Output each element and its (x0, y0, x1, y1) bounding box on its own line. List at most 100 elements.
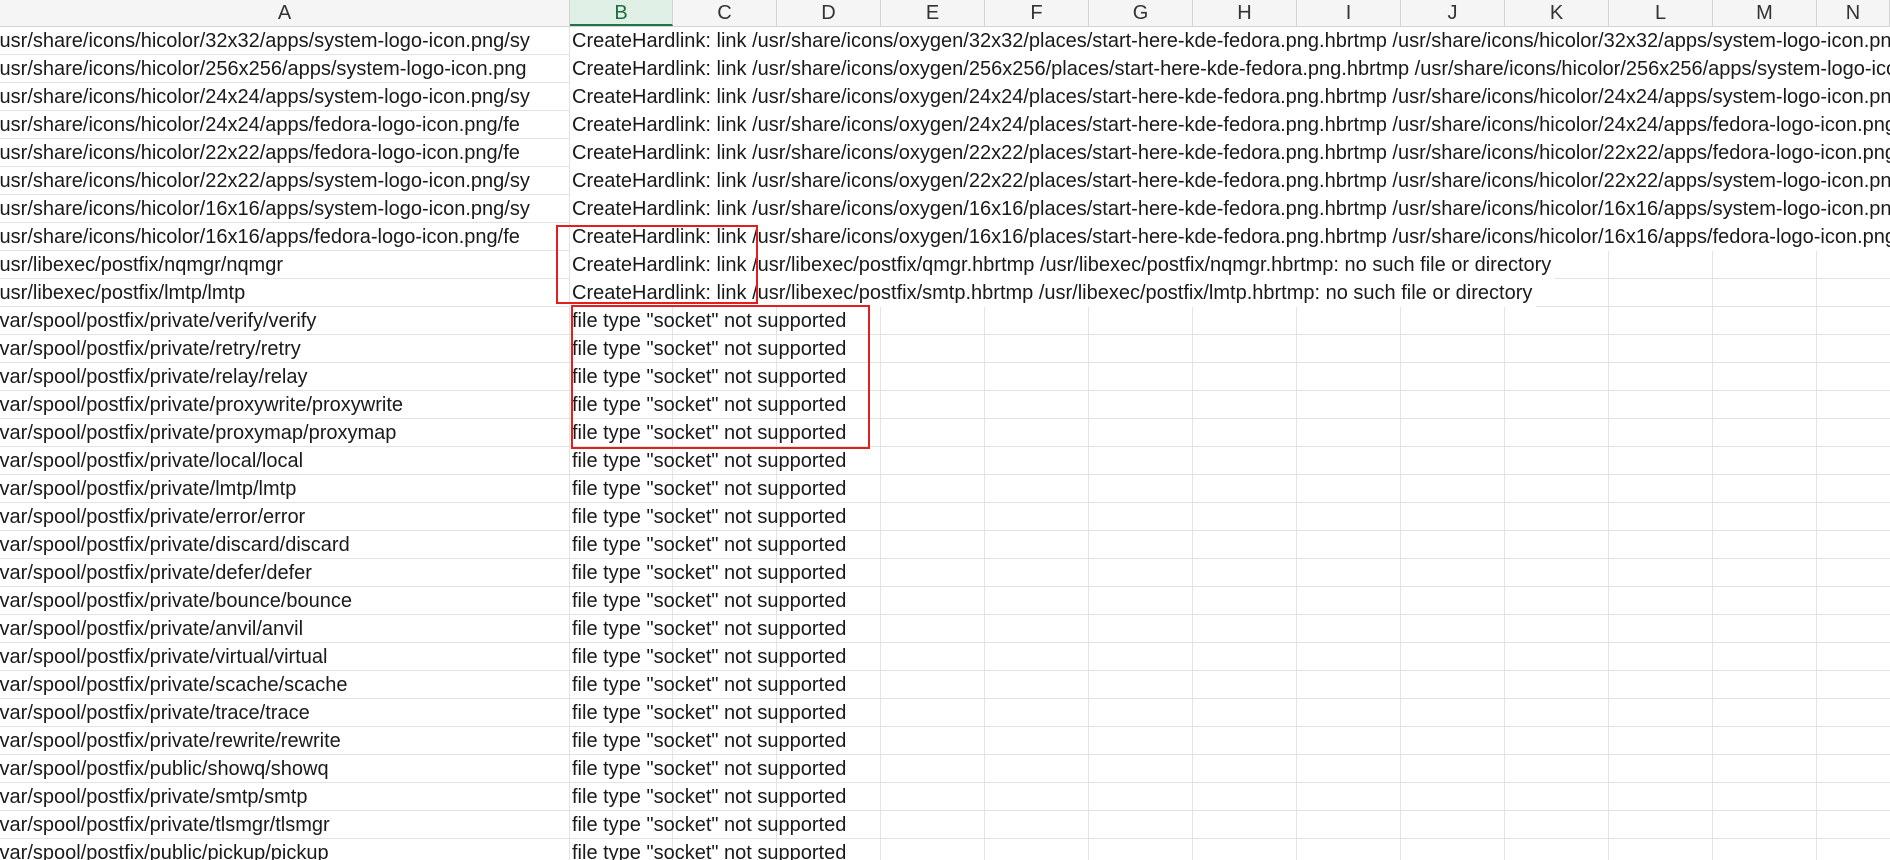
cell-b[interactable]: CreateHardlink: link /usr/share/icons/ox… (570, 111, 1890, 139)
table-row: /var/spool/postfix/private/error/error fi… (0, 503, 1890, 531)
cell-b[interactable]: file type "socket" not supported (570, 307, 870, 335)
table-row: /var/spool/postfix/private/virtual/virtu… (0, 643, 1890, 671)
table-row: /var/spool/postfix/private/retry/retry fi… (0, 335, 1890, 363)
cell-b[interactable]: file type "socket" not supported (570, 363, 870, 391)
table-row: /var/spool/postfix/private/anvil/anvil fi… (0, 615, 1890, 643)
column-header-e[interactable]: E (881, 0, 985, 26)
column-header-m[interactable]: M (1713, 0, 1817, 26)
table-row: /var/spool/postfix/private/trace/trace fi… (0, 699, 1890, 727)
table-row: /usr/share/icons/hicolor/22x22/apps/syst… (0, 167, 1890, 195)
cell-b[interactable]: CreateHardlink: link /usr/libexec/postfi… (570, 279, 1537, 307)
cell-b[interactable]: CreateHardlink: link /usr/share/icons/ox… (570, 27, 1890, 55)
cell-b[interactable]: file type "socket" not supported (570, 699, 870, 727)
cell-a[interactable]: /var/spool/postfix/private/rewrite/rewri… (0, 727, 570, 755)
cell-a[interactable]: /var/spool/postfix/private/trace/trace (0, 699, 570, 727)
table-row: /usr/share/icons/hicolor/24x24/apps/syst… (0, 83, 1890, 111)
cell-a[interactable]: /var/spool/postfix/public/pickup/pickup (0, 839, 570, 860)
column-header-d[interactable]: D (777, 0, 881, 26)
cell-a[interactable]: /var/spool/postfix/private/anvil/anvil (0, 615, 570, 643)
cell-a[interactable]: /var/spool/postfix/private/proxywrite/pr… (0, 391, 570, 419)
cell-b[interactable]: file type "socket" not supported (570, 391, 870, 419)
table-row: /var/spool/postfix/public/showq/showq fil… (0, 755, 1890, 783)
cell-b[interactable]: CreateHardlink: link /usr/libexec/postfi… (570, 251, 1556, 279)
cell-a[interactable]: /var/spool/postfix/private/defer/defer (0, 559, 570, 587)
cell-a[interactable]: /usr/share/icons/hicolor/24x24/apps/fedo… (0, 111, 570, 139)
cell-a[interactable]: /usr/share/icons/hicolor/32x32/apps/syst… (0, 27, 570, 55)
table-row: /usr/share/icons/hicolor/16x16/apps/fedo… (0, 223, 1890, 251)
column-header-n[interactable]: N (1817, 0, 1890, 26)
column-header-l[interactable]: L (1609, 0, 1713, 26)
table-row: /usr/libexec/postfix/nqmgr/nqmgr CreateHa… (0, 251, 1890, 279)
cell-a[interactable]: /var/spool/postfix/public/showq/showq (0, 755, 570, 783)
table-row: /usr/share/icons/hicolor/256x256/apps/sy… (0, 55, 1890, 83)
cell-b[interactable]: file type "socket" not supported (570, 503, 870, 531)
cell-a[interactable]: /usr/share/icons/hicolor/16x16/apps/syst… (0, 195, 570, 223)
spreadsheet-grid: ABCDEFGHIJKLMN /usr/share/icons/hicolor/… (0, 0, 1890, 860)
table-row: /var/spool/postfix/private/tlsmgr/tlsmgr… (0, 811, 1890, 839)
table-row: /var/spool/postfix/private/verify/verify… (0, 307, 1890, 335)
column-header-i[interactable]: I (1297, 0, 1401, 26)
table-row: /var/spool/postfix/private/relay/relay fi… (0, 363, 1890, 391)
cell-b[interactable]: file type "socket" not supported (570, 839, 870, 860)
cell-a[interactable]: /var/spool/postfix/private/proxymap/prox… (0, 419, 570, 447)
column-header-b[interactable]: B (570, 0, 673, 26)
cell-a[interactable]: /var/spool/postfix/private/tlsmgr/tlsmgr (0, 811, 570, 839)
column-header-row: ABCDEFGHIJKLMN (0, 0, 1890, 27)
column-header-f[interactable]: F (985, 0, 1089, 26)
cell-b[interactable]: file type "socket" not supported (570, 419, 870, 447)
table-row: /var/spool/postfix/private/lmtp/lmtp file… (0, 475, 1890, 503)
cell-b[interactable]: CreateHardlink: link /usr/share/icons/ox… (570, 195, 1890, 223)
cell-b[interactable]: CreateHardlink: link /usr/share/icons/ox… (570, 139, 1890, 167)
column-header-h[interactable]: H (1193, 0, 1297, 26)
cell-b[interactable]: CreateHardlink: link /usr/share/icons/ox… (570, 223, 1890, 251)
cell-b[interactable]: CreateHardlink: link /usr/share/icons/ox… (570, 55, 1890, 83)
cell-b[interactable]: file type "socket" not supported (570, 615, 870, 643)
cell-a[interactable]: /var/spool/postfix/private/verify/verify (0, 307, 570, 335)
cell-b[interactable]: CreateHardlink: link /usr/share/icons/ox… (570, 83, 1890, 111)
table-row: /var/spool/postfix/private/bounce/bounce… (0, 587, 1890, 615)
cell-a[interactable]: /var/spool/postfix/private/scache/scache (0, 671, 570, 699)
cell-b[interactable]: file type "socket" not supported (570, 559, 870, 587)
cell-b[interactable]: file type "socket" not supported (570, 783, 870, 811)
table-row: /usr/share/icons/hicolor/16x16/apps/syst… (0, 195, 1890, 223)
cell-a[interactable]: /usr/share/icons/hicolor/22x22/apps/syst… (0, 167, 570, 195)
cell-b[interactable]: CreateHardlink: link /usr/share/icons/ox… (570, 167, 1890, 195)
table-row: /var/spool/postfix/private/smtp/smtp file… (0, 783, 1890, 811)
table-row: /var/spool/postfix/private/rewrite/rewri… (0, 727, 1890, 755)
cell-a[interactable]: /usr/share/icons/hicolor/24x24/apps/syst… (0, 83, 570, 111)
cell-b[interactable]: file type "socket" not supported (570, 475, 870, 503)
cell-a[interactable]: /var/spool/postfix/private/lmtp/lmtp (0, 475, 570, 503)
column-header-c[interactable]: C (673, 0, 777, 26)
cell-b[interactable]: file type "socket" not supported (570, 671, 870, 699)
table-row: /usr/libexec/postfix/lmtp/lmtp CreateHard… (0, 279, 1890, 307)
table-row: /var/spool/postfix/private/discard/disca… (0, 531, 1890, 559)
cell-b[interactable]: file type "socket" not supported (570, 643, 870, 671)
cell-b[interactable]: file type "socket" not supported (570, 727, 870, 755)
cell-a[interactable]: /var/spool/postfix/private/virtual/virtu… (0, 643, 570, 671)
cell-a[interactable]: /var/spool/postfix/private/smtp/smtp (0, 783, 570, 811)
cell-b[interactable]: file type "socket" not supported (570, 811, 870, 839)
cell-b[interactable]: file type "socket" not supported (570, 447, 870, 475)
cell-b[interactable]: file type "socket" not supported (570, 587, 870, 615)
table-row: /usr/share/icons/hicolor/22x22/apps/fedo… (0, 139, 1890, 167)
cell-a[interactable]: /usr/libexec/postfix/nqmgr/nqmgr (0, 251, 570, 279)
cell-b[interactable]: file type "socket" not supported (570, 531, 870, 559)
cell-a[interactable]: /var/spool/postfix/private/local/local (0, 447, 570, 475)
cell-a[interactable]: /usr/share/icons/hicolor/22x22/apps/fedo… (0, 139, 570, 167)
column-header-j[interactable]: J (1401, 0, 1505, 26)
cell-a[interactable]: /var/spool/postfix/private/retry/retry (0, 335, 570, 363)
table-row: /var/spool/postfix/private/defer/defer fi… (0, 559, 1890, 587)
table-row: /usr/share/icons/hicolor/24x24/apps/fedo… (0, 111, 1890, 139)
cell-a[interactable]: /var/spool/postfix/private/discard/disca… (0, 531, 570, 559)
cell-a[interactable]: /var/spool/postfix/private/relay/relay (0, 363, 570, 391)
column-header-a[interactable]: A (0, 0, 570, 26)
cell-a[interactable]: /usr/libexec/postfix/lmtp/lmtp (0, 279, 570, 307)
cell-a[interactable]: /usr/share/icons/hicolor/256x256/apps/sy… (0, 55, 570, 83)
cell-a[interactable]: /var/spool/postfix/private/bounce/bounce (0, 587, 570, 615)
cell-a[interactable]: /usr/share/icons/hicolor/16x16/apps/fedo… (0, 223, 570, 251)
cell-a[interactable]: /var/spool/postfix/private/error/error (0, 503, 570, 531)
column-header-g[interactable]: G (1089, 0, 1193, 26)
cell-b[interactable]: file type "socket" not supported (570, 755, 870, 783)
column-header-k[interactable]: K (1505, 0, 1609, 26)
cell-b[interactable]: file type "socket" not supported (570, 335, 870, 363)
